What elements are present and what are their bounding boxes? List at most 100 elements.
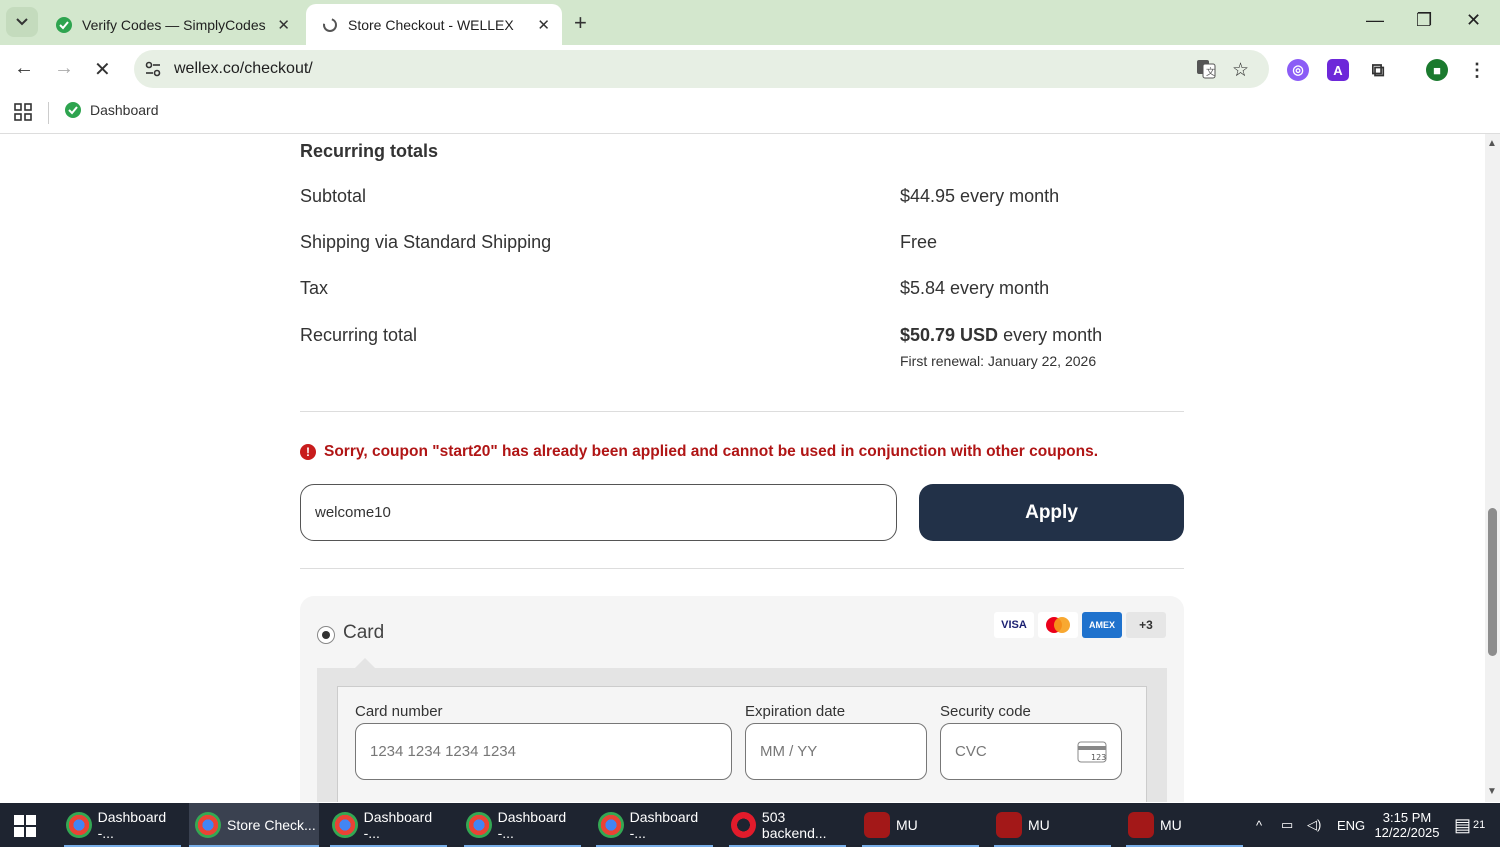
bookmarks-divider (48, 102, 49, 124)
language-indicator[interactable]: ENG (1337, 803, 1365, 847)
coupon-code-input[interactable] (300, 484, 897, 541)
taskbar-item[interactable]: Dashboard -... (592, 803, 717, 847)
apply-coupon-button[interactable]: Apply (919, 484, 1184, 541)
taskbar-item-label: Dashboard -... (497, 809, 567, 841)
card-brands: VISA AMEX +3 (994, 612, 1166, 638)
minimize-icon[interactable]: — (1366, 10, 1384, 31)
chrome-icon (195, 812, 221, 838)
taskbar-item[interactable]: 503 backend... (725, 803, 850, 847)
chrome-icon (466, 812, 492, 838)
taskbar-item-label: MU (1028, 817, 1050, 833)
cvc-placeholder: CVC (955, 743, 987, 760)
extensions-puzzle-icon[interactable]: ⧉ (1367, 59, 1389, 81)
forward-icon[interactable]: → (54, 57, 74, 80)
apps-grid-icon[interactable] (14, 103, 32, 126)
recurring-total-amount: $50.79 USD (900, 325, 999, 345)
restore-icon[interactable]: ❐ (1416, 10, 1432, 31)
tab-title: Verify Codes — SimplyCodes (82, 16, 266, 33)
shipping-value: Free (900, 232, 938, 252)
taskbar-item-label: MU (896, 817, 918, 833)
svg-text:文: 文 (1206, 66, 1215, 78)
card-form: Card number 1234 1234 1234 1234 Expirati… (337, 686, 1147, 802)
recurring-total-suffix: every month (998, 325, 1103, 345)
tax-value: $5.84 every month (900, 278, 1050, 298)
scroll-up-icon[interactable]: ▲ (1487, 138, 1497, 149)
taskbar-item-label: Dashboard -... (97, 809, 167, 841)
taskbar-item-label: Store Check... (227, 817, 316, 833)
coupon-error-text: Sorry, coupon "start20" has already been… (324, 443, 1099, 460)
window-close-icon[interactable]: ✕ (1466, 10, 1481, 31)
back-icon[interactable]: ← (14, 57, 34, 80)
taskbar-item-label: 503 backend... (761, 809, 827, 841)
taskbar-item[interactable]: MU (858, 803, 983, 847)
taskbar-item[interactable]: Dashboard -... (460, 803, 585, 847)
tax-label: Tax (300, 278, 329, 298)
scrollbar-thumb[interactable] (1488, 508, 1497, 656)
recurring-total-label: Recurring total (300, 325, 418, 345)
payment-method-box: Card VISA AMEX +3 Card number 1234 1234 … (300, 596, 1184, 802)
chrome-icon (598, 812, 624, 838)
taskbar-item[interactable]: Dashboard -... (326, 803, 451, 847)
recurring-totals-title: Recurring totals (300, 141, 439, 161)
cvc-label: Security code (940, 703, 1031, 720)
new-tab-icon[interactable]: + (574, 10, 587, 36)
bookmark-star-icon[interactable]: ☆ (1232, 59, 1249, 82)
translate-icon[interactable]: 文 (1196, 59, 1216, 84)
show-hidden-icons[interactable]: ^ (1256, 803, 1262, 847)
divider (300, 411, 1184, 412)
mu-game-icon (996, 812, 1022, 838)
subtotal-value: $44.95 every month (900, 186, 1060, 206)
mu-game-icon (864, 812, 890, 838)
clock[interactable]: 3:15 PM 12/22/2025 (1374, 803, 1440, 847)
taskbar-item[interactable]: MU (1122, 803, 1247, 847)
extension-a-icon[interactable]: A (1327, 59, 1349, 81)
tab-simplycodes[interactable]: Verify Codes — SimplyCodes ✕ (40, 4, 302, 45)
windows-start-icon[interactable] (14, 815, 36, 842)
site-info-icon[interactable] (144, 60, 162, 83)
more-brands-badge: +3 (1126, 612, 1166, 638)
card-number-input[interactable]: 1234 1234 1234 1234 (355, 723, 732, 780)
expiry-input[interactable]: MM / YY (745, 723, 927, 780)
first-renewal-text: First renewal: January 22, 2026 (900, 353, 1097, 369)
menu-kebab-icon[interactable]: ⋮ (1466, 59, 1488, 81)
loading-icon (322, 17, 338, 33)
page-scrollbar[interactable]: ▲ ▼ (1485, 134, 1500, 802)
clock-date: 12/22/2025 (1374, 825, 1440, 840)
clock-time: 3:15 PM (1382, 810, 1432, 825)
taskbar-item-label: Dashboard -... (629, 809, 699, 841)
taskbar-item-label: MU (1160, 817, 1182, 833)
simplycodes-icon (65, 102, 81, 118)
chrome-icon (332, 812, 358, 838)
card-number-label: Card number (355, 703, 443, 720)
mastercard-icon (1038, 612, 1078, 638)
network-icon[interactable]: ▭ (1281, 803, 1293, 847)
chevron-down-icon (16, 18, 28, 26)
cvc-icon-text: 123 (1091, 753, 1106, 762)
taskbar-item[interactable]: MU (990, 803, 1115, 847)
tab-search-button[interactable] (6, 7, 38, 37)
profile-avatar[interactable]: ■ (1426, 59, 1448, 81)
page-content: Recurring totals Subtotal $44.95 every m… (0, 134, 1485, 802)
taskbar-item-active[interactable]: Store Check... (189, 803, 319, 847)
cvc-input[interactable]: CVC 123 (940, 723, 1122, 780)
extension-circle-icon[interactable]: ◎ (1287, 59, 1309, 81)
tab-wellex[interactable]: Store Checkout - WELLEX ✕ (306, 4, 562, 45)
coupon-error-message: ! Sorry, coupon "start20" has already be… (300, 443, 1098, 461)
stop-loading-icon[interactable]: ✕ (94, 57, 111, 82)
close-icon[interactable]: ✕ (537, 16, 550, 34)
taskbar-item-label: Dashboard -... (363, 809, 433, 841)
scroll-down-icon[interactable]: ▼ (1487, 786, 1497, 797)
simplycodes-icon (56, 16, 72, 33)
notifications-icon[interactable]: ▤ 21 (1454, 803, 1485, 847)
bookmark-dashboard[interactable]: Dashboard (64, 101, 159, 119)
taskbar-item[interactable]: Dashboard -... (60, 803, 185, 847)
card-method-label: Card (343, 622, 385, 643)
card-form-panel: Card number 1234 1234 1234 1234 Expirati… (317, 658, 1167, 802)
address-bar[interactable]: wellex.co/checkout/ 文 ☆ (134, 50, 1269, 88)
notification-count: 21 (1473, 819, 1486, 831)
volume-icon[interactable]: ◁) (1307, 803, 1321, 847)
chrome-icon (66, 812, 92, 838)
close-icon[interactable]: ✕ (277, 16, 290, 34)
card-radio[interactable] (317, 626, 335, 644)
toolbar: ← → ✕ wellex.co/checkout/ 文 ☆ ◎ A ⧉ ■ ⋮ (0, 45, 1500, 93)
